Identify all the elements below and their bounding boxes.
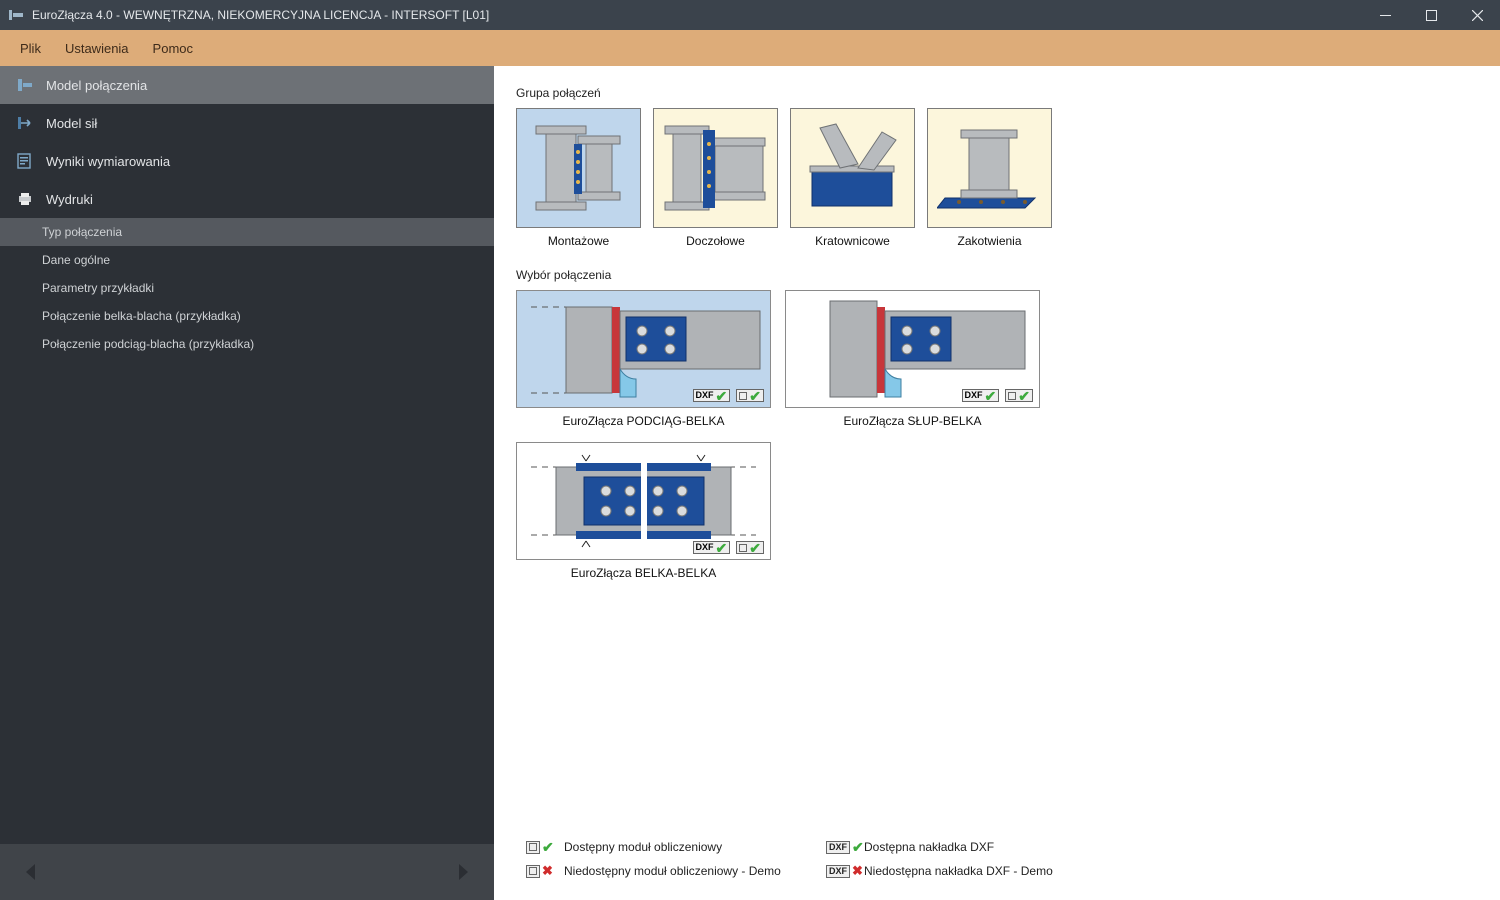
- legend-text: Niedostępna nakładka DXF - Demo: [864, 864, 1053, 878]
- subnav-label: Dane ogólne: [42, 253, 110, 267]
- group-thumb: [927, 108, 1052, 228]
- legend-text: Dostępna nakładka DXF: [864, 840, 994, 854]
- menu-pomoc[interactable]: Pomoc: [141, 35, 205, 62]
- subnav-podciag-blacha[interactable]: Połączenie podciąg-blacha (przykładka): [0, 330, 494, 358]
- subnav-belka-blacha[interactable]: Połączenie belka-blacha (przykładka): [0, 302, 494, 330]
- connection-caption: EuroZłącza SŁUP-BELKA: [843, 414, 981, 428]
- group-thumb: [516, 108, 641, 228]
- menubar: Plik Ustawienia Pomoc: [0, 30, 1500, 66]
- menu-plik[interactable]: Plik: [8, 35, 53, 62]
- connection-thumb: DXF✔ ✔: [516, 442, 771, 560]
- dxf-badge: DXF✔: [693, 389, 731, 402]
- group-tile-kratownicowe[interactable]: Kratownicowe: [790, 108, 915, 248]
- calc-icon: [526, 865, 540, 878]
- cross-icon: ✖: [852, 865, 863, 877]
- subnav-label: Parametry przykładki: [42, 281, 154, 295]
- check-icon: ✔: [852, 841, 864, 853]
- check-icon: ✔: [542, 841, 554, 853]
- connection-thumb: DXF✔ ✔: [785, 290, 1040, 408]
- group-caption: Zakotwienia: [957, 234, 1021, 248]
- connection-thumb: DXF✔ ✔: [516, 290, 771, 408]
- legend-text: Niedostępny moduł obliczeniowy - Demo: [564, 864, 781, 878]
- subnav-typ-polaczenia[interactable]: Typ połączenia: [0, 218, 494, 246]
- group-header: Grupa połączeń: [516, 86, 1478, 100]
- selection-header: Wybór połączenia: [516, 268, 1478, 282]
- dxf-icon: DXF: [826, 865, 850, 878]
- sidebar-item-wyniki[interactable]: Wyniki wymiarowania: [0, 142, 494, 180]
- check-icon: ✔: [749, 542, 761, 554]
- legend: ✔ Dostępny moduł obliczeniowy DXF✔ Dostę…: [516, 832, 1478, 890]
- sidebar-item-label: Wydruki: [46, 192, 93, 207]
- connection-caption: EuroZłącza PODCIĄG-BELKA: [562, 414, 724, 428]
- sidebar-item-model-sil[interactable]: Model sił: [0, 104, 494, 142]
- legend-calc-available: ✔ Dostępny moduł obliczeniowy: [526, 840, 806, 854]
- legend-text: Dostępny moduł obliczeniowy: [564, 840, 722, 854]
- calc-badge: ✔: [1005, 389, 1033, 402]
- check-icon: ✔: [716, 542, 728, 554]
- calc-badge: ✔: [736, 389, 764, 402]
- group-thumb: [653, 108, 778, 228]
- group-thumb: [790, 108, 915, 228]
- connection-badges: DXF✔ ✔: [693, 541, 764, 554]
- calc-icon: [526, 841, 540, 854]
- connection-badges: DXF✔ ✔: [962, 389, 1033, 402]
- group-tiles: Montażowe Doczołowe: [516, 108, 1478, 248]
- connection-caption: EuroZłącza BELKA-BELKA: [571, 566, 716, 580]
- nav-next-button[interactable]: [450, 859, 476, 885]
- connection-tiles: DXF✔ ✔ EuroZłącza PODCIĄG-BELKA: [516, 290, 1076, 580]
- main-content: Grupa połączeń Montażowe: [494, 66, 1500, 900]
- legend-dxf-available: DXF✔ Dostępna nakładka DXF: [826, 840, 1106, 854]
- sidebar-item-wydruki[interactable]: Wydruki: [0, 180, 494, 218]
- subnav-label: Połączenie podciąg-blacha (przykładka): [42, 337, 254, 351]
- printer-icon: [16, 190, 34, 208]
- forces-icon: [16, 114, 34, 132]
- titlebar: EuroZłącza 4.0 - WEWNĘTRZNA, NIEKOMERCYJ…: [0, 0, 1500, 30]
- group-tile-montazowe[interactable]: Montażowe: [516, 108, 641, 248]
- group-caption: Montażowe: [548, 234, 609, 248]
- sidebar-footer: [0, 844, 494, 900]
- connection-tile-slup-belka[interactable]: DXF✔ ✔ EuroZłącza SŁUP-BELKA: [785, 290, 1040, 428]
- subnav-label: Typ połączenia: [42, 225, 122, 239]
- sidebar-item-label: Model połączenia: [46, 78, 147, 93]
- connection-tile-belka-belka[interactable]: DXF✔ ✔ EuroZłącza BELKA-BELKA: [516, 442, 771, 580]
- menu-ustawienia[interactable]: Ustawienia: [53, 35, 141, 62]
- subnav-parametry[interactable]: Parametry przykładki: [0, 274, 494, 302]
- group-tile-zakotwienia[interactable]: Zakotwienia: [927, 108, 1052, 248]
- sidebar-item-label: Wyniki wymiarowania: [46, 154, 170, 169]
- dxf-badge: DXF✔: [962, 389, 1000, 402]
- nav-prev-button[interactable]: [18, 859, 44, 885]
- calc-badge: ✔: [736, 541, 764, 554]
- dxf-icon: DXF: [826, 841, 850, 854]
- connection-tile-podciag-belka[interactable]: DXF✔ ✔ EuroZłącza PODCIĄG-BELKA: [516, 290, 771, 428]
- group-caption: Doczołowe: [686, 234, 745, 248]
- connection-badges: DXF✔ ✔: [693, 389, 764, 402]
- sidebar-subnav: Typ połączenia Dane ogólne Parametry prz…: [0, 218, 494, 358]
- subnav-label: Połączenie belka-blacha (przykładka): [42, 309, 241, 323]
- check-icon: ✔: [1018, 390, 1030, 402]
- sidebar-primary-nav: Model połączenia Model sił Wyniki wymiar…: [0, 66, 494, 218]
- window-controls: [1362, 0, 1500, 30]
- close-button[interactable]: [1454, 0, 1500, 30]
- check-icon: ✔: [716, 390, 728, 402]
- maximize-button[interactable]: [1408, 0, 1454, 30]
- app-icon: [8, 7, 24, 23]
- results-icon: [16, 152, 34, 170]
- sidebar: Model połączenia Model sił Wyniki wymiar…: [0, 66, 494, 900]
- group-tile-doczolowe[interactable]: Doczołowe: [653, 108, 778, 248]
- sidebar-item-label: Model sił: [46, 116, 97, 131]
- window-title: EuroZłącza 4.0 - WEWNĘTRZNA, NIEKOMERCYJ…: [32, 8, 1362, 22]
- legend-dxf-unavailable: DXF✖ Niedostępna nakładka DXF - Demo: [826, 864, 1106, 878]
- cross-icon: ✖: [542, 865, 553, 877]
- sidebar-item-model-polaczenia[interactable]: Model połączenia: [0, 66, 494, 104]
- joint-model-icon: [16, 76, 34, 94]
- minimize-button[interactable]: [1362, 0, 1408, 30]
- dxf-badge: DXF✔: [693, 541, 731, 554]
- check-icon: ✔: [749, 390, 761, 402]
- legend-calc-unavailable: ✖ Niedostępny moduł obliczeniowy - Demo: [526, 864, 806, 878]
- check-icon: ✔: [985, 390, 997, 402]
- subnav-dane-ogolne[interactable]: Dane ogólne: [0, 246, 494, 274]
- group-caption: Kratownicowe: [815, 234, 890, 248]
